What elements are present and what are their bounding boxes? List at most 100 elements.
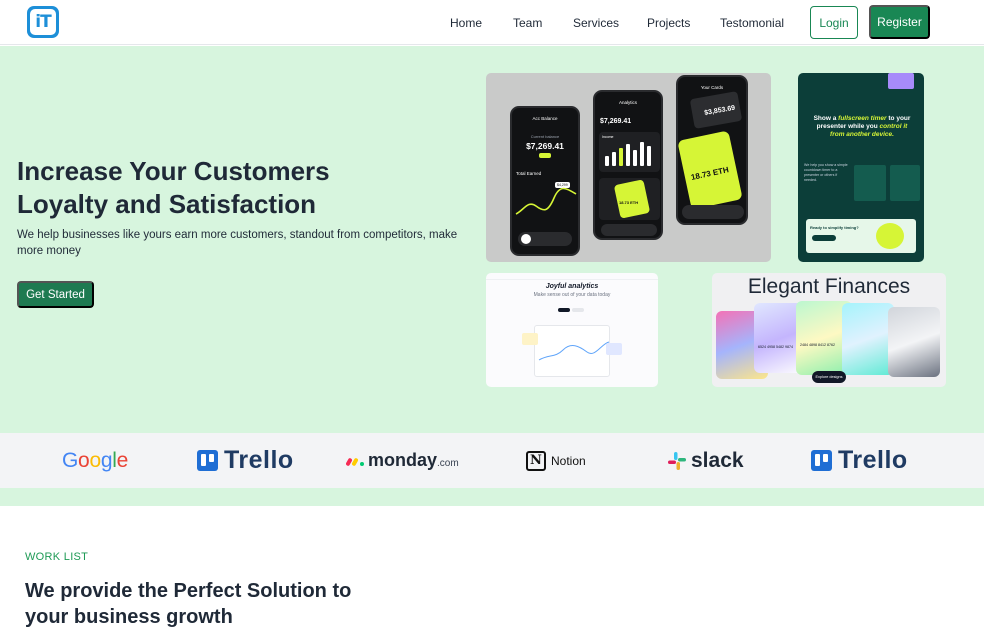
timer-panel-b [890, 165, 920, 201]
phone-mockup-balance: Acc Balance Current balance $7,269.41 To… [510, 106, 580, 256]
phone-mockup-cards: Your Cards $3,853.69 18.73 ETH [676, 75, 748, 225]
bar [640, 142, 644, 166]
nav-link-projects[interactable]: Projects [647, 16, 690, 30]
finance-card [888, 307, 940, 377]
timer-sticker [888, 73, 914, 89]
worklist-title-line1: We provide the Perfect Solution to [25, 580, 352, 602]
timer-cta-button [812, 235, 836, 241]
slack-logo: slack [667, 433, 744, 488]
analytics-dashboard [534, 325, 610, 377]
phone-eth-card: 18.73 ETH [599, 178, 660, 220]
phone-income-label: Income [602, 135, 614, 139]
trello-logo: Trello [197, 433, 294, 488]
bar [647, 146, 651, 166]
phone-tab-active [521, 234, 531, 244]
bar [605, 156, 609, 166]
trello-wordmark-2: Trello [838, 446, 908, 474]
phone-line-chart [515, 187, 577, 215]
worklist-eyebrow: WORK LIST [25, 551, 89, 563]
bar [633, 150, 637, 166]
analytics-floating-card [522, 333, 538, 345]
dark-card: $3,853.69 [689, 91, 743, 129]
nav-link-services[interactable]: Services [573, 16, 619, 30]
bar [612, 152, 616, 166]
nav-link-home[interactable]: Home [450, 16, 482, 30]
login-button[interactable]: Login [810, 6, 858, 39]
register-button[interactable]: Register [869, 5, 930, 39]
hero-subtitle: We help businesses like yours earn more … [17, 229, 458, 257]
timer-cta-card: Ready to simplify timing? [806, 219, 916, 253]
analytics-tab-active [558, 308, 570, 312]
analytics-floating-card [606, 343, 622, 355]
eth-card [613, 179, 651, 219]
phone-tabbar [601, 224, 657, 236]
phone-badge [539, 153, 551, 158]
hero-title-line2: Loyalty and Satisfaction [17, 189, 317, 219]
phone-tabbar [682, 205, 744, 219]
phone-earned-label: Total Earned [516, 171, 542, 176]
gallery-analytics-image: Joyful analytics Make sense out of your … [486, 273, 658, 387]
gallery-phones-image: Acc Balance Current balance $7,269.41 To… [486, 73, 771, 262]
trello-logo-2: Trello [811, 433, 908, 488]
nav-link-team[interactable]: Team [513, 16, 542, 30]
notion-wordmark: Notion [551, 453, 586, 468]
finance-card-number: 2484 4898 8412 8762 [800, 343, 835, 347]
analytics-chart [538, 341, 610, 361]
nav-link-testimonial[interactable]: Testomonial [720, 16, 784, 30]
monday-suffix: .com [437, 457, 459, 469]
phone-card-value: $3,853.69 [703, 104, 736, 118]
analytics-topbar [486, 273, 658, 280]
bar [626, 144, 630, 166]
phone-bar-card: Income [599, 132, 660, 172]
timer-headline-e: from another device. [830, 131, 894, 138]
timer-cta-text: Ready to simplify timing? [810, 225, 859, 230]
brand-logo[interactable]: iT [27, 6, 59, 38]
timer-headline-b: fullscreen timer [838, 115, 887, 122]
phone-title: Your Cards [700, 85, 724, 90]
phone-lime-card-value: 18.73 ETH [690, 165, 730, 182]
lime-card: 18.73 ETH [677, 130, 743, 210]
brand-logo-text: iT [35, 12, 51, 32]
phone-mockup-analytics: Analytics $7,269.41 Income 18.73 ETH [593, 90, 663, 240]
get-started-button[interactable]: Get Started [17, 281, 94, 308]
monday-logo: monday .com [346, 433, 459, 488]
worklist-title: We provide the Perfect Solution to your … [25, 578, 445, 630]
finance-cta-button: Explore designs [812, 371, 846, 383]
phone-title: Acc Balance [532, 116, 558, 121]
timer-headline-d: control it [879, 123, 908, 130]
notion-logo: N Notion [526, 433, 586, 488]
slack-icon [668, 451, 686, 470]
phone-tabbar [518, 232, 572, 246]
analytics-title: Joyful analytics [545, 283, 599, 290]
timer-headline-a: Show a [813, 115, 837, 122]
bar [619, 148, 623, 166]
finance-title: Elegant Finances [747, 275, 911, 298]
brand-logo-inner: iT [30, 9, 56, 35]
worklist-section: WORK LIST We provide the Perfect Solutio… [0, 506, 984, 643]
phone-analytics-value: $7,269.41 [600, 118, 632, 125]
finance-card [842, 303, 894, 375]
gallery-finance-image: Elegant Finances 6524 4958 5482 9874 248… [712, 273, 946, 387]
navbar: iT Home Team Services Projects Testomoni… [0, 0, 984, 45]
slack-wordmark: slack [691, 448, 744, 472]
partner-logos: Google Trello monday .com N Notion slack… [0, 433, 984, 488]
hero-title: Increase Your Customers Loyalty and Sati… [17, 155, 477, 221]
phone-title: Analytics [618, 100, 637, 105]
worklist-title-line2: your business growth [25, 606, 233, 628]
google-logo: Google [62, 433, 128, 488]
notion-icon: N [526, 450, 546, 471]
analytics-tab [572, 308, 584, 312]
timer-avatar [876, 223, 904, 249]
trello-wordmark: Trello [224, 446, 294, 474]
timer-body: We help you show a simple countdown time… [804, 163, 848, 182]
monday-icon [346, 457, 364, 466]
timer-headline: Show a fullscreen timer to your presente… [812, 115, 912, 139]
analytics-subtitle: Make sense out of your data today [533, 292, 611, 298]
trello-icon [197, 450, 218, 471]
phone-label: Current balance [530, 134, 560, 139]
gallery-timer-image: Show a fullscreen timer to your presente… [798, 73, 924, 262]
trello-icon [811, 450, 832, 471]
google-wordmark: Google [62, 448, 128, 472]
hero-title-line1: Increase Your Customers [17, 156, 330, 186]
finance-card-number: 6524 4958 5482 9874 [758, 345, 793, 349]
